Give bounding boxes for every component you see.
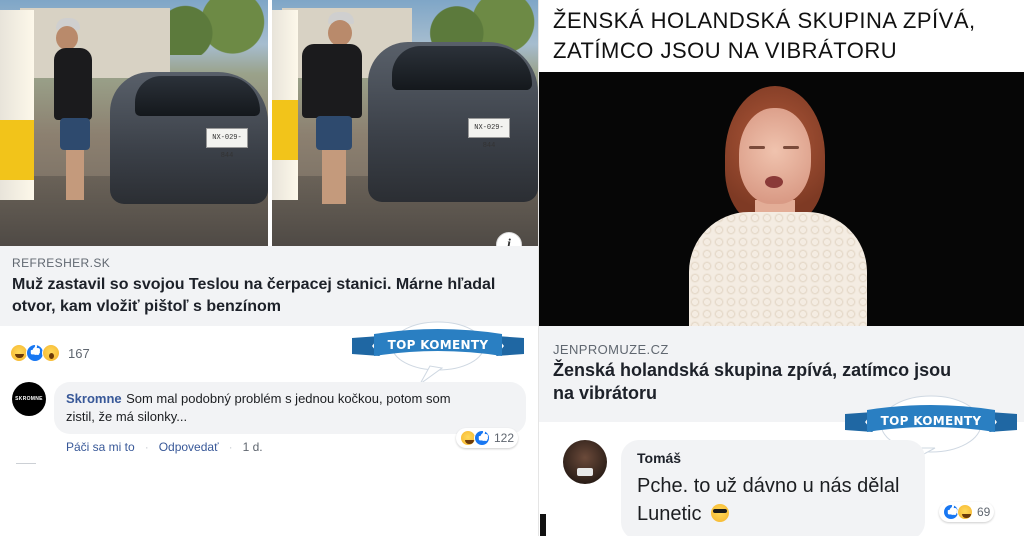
right-post-card: ŽENSKÁ HOLANDSKÁ SKUPINA ZPÍVÁ, ZATÍMCO …: [538, 0, 1024, 536]
edge-bar: [540, 514, 546, 536]
link-preview[interactable]: REFRESHER.SK Muž zastavil so svojou Tesl…: [0, 246, 538, 326]
post-title: ŽENSKÁ HOLANDSKÁ SKUPINA ZPÍVÁ, ZATÍMCO …: [553, 6, 1013, 66]
like-reaction-icon: [474, 430, 490, 446]
comment-reaction-count: 122: [494, 431, 515, 445]
comment-text-line2-row: Lunetic: [637, 500, 909, 528]
comment-text-line2: zistil, že má silonky...: [66, 409, 188, 424]
haha-reaction-icon: [957, 504, 973, 520]
link-headline[interactable]: Muž zastavil so svojou Teslou na čerpace…: [12, 274, 526, 318]
ribbon-icon: [352, 321, 524, 385]
comment-bubble: Skromne Som mal podobný problém s jednou…: [54, 382, 526, 434]
separator: ·: [144, 440, 149, 454]
post-title-line2: ZATÍMCO JSOU NA VIBRÁTORU: [553, 38, 898, 63]
reaction-count: 167: [68, 345, 90, 361]
comment-bubble: Tomáš Pche. to už dávno u nás dělal Lune…: [621, 440, 925, 536]
wow-reaction-icon: [42, 344, 60, 362]
top-komenty-label: TOP KOMENTY: [880, 414, 982, 428]
license-plate: NX-029-844: [206, 128, 248, 160]
comment-text-line1: Pche. to už dávno u nás dělal: [637, 475, 900, 497]
comment-text-line2: Lunetic: [637, 503, 702, 525]
left-post-card: NX-029-844 NX-029-844 i REFRESHER.SK Muž…: [0, 0, 538, 536]
separator: ·: [228, 440, 233, 454]
tesla-photo-right[interactable]: NX-029-844: [272, 0, 538, 246]
video-still[interactable]: [539, 72, 1024, 326]
comment-reaction-count: 69: [977, 505, 991, 519]
reply-link[interactable]: Odpovedať: [159, 440, 219, 454]
comment-reactions[interactable]: 69: [939, 502, 995, 522]
post-title-line1: ŽENSKÁ HOLANDSKÁ SKUPINA ZPÍVÁ,: [553, 8, 976, 33]
comment-time[interactable]: 1 d.: [243, 440, 263, 454]
license-plate: NX-029-844: [468, 118, 510, 150]
comment-actions: Páči sa mi to · Odpovedať · 1 d.: [66, 440, 263, 454]
avatar[interactable]: SKROMNE: [12, 382, 46, 416]
comment-reactions[interactable]: 122: [456, 428, 519, 448]
comment-author[interactable]: Skromne: [66, 391, 122, 406]
reactions-summary[interactable]: 167: [10, 342, 90, 364]
top-komenty-label: TOP KOMENTY: [387, 338, 489, 352]
comment-text-line1: Som mal podobný problém s jednou kočkou,…: [126, 391, 451, 406]
divider: [16, 463, 36, 464]
top-komenty-banner: TOP KOMENTY: [350, 318, 526, 388]
comment-skromne: SKROMNE Skromne Som mal podobný problém …: [12, 382, 526, 434]
sunglasses-emoji-icon: [711, 504, 730, 522]
avatar[interactable]: [563, 440, 607, 484]
tesla-photo-left[interactable]: NX-029-844: [0, 0, 268, 246]
comment-author[interactable]: Tomáš: [637, 450, 909, 466]
link-source: JENPROMUZE.CZ: [553, 342, 669, 357]
link-source: REFRESHER.SK: [12, 256, 111, 270]
comment-tomas: Tomáš Pche. to už dávno u nás dělal Lune…: [563, 440, 925, 536]
link-headline-line1[interactable]: Ženská holandská skupina zpívá, zatímco …: [553, 359, 1011, 382]
like-comment-link[interactable]: Páči sa mi to: [66, 440, 135, 454]
